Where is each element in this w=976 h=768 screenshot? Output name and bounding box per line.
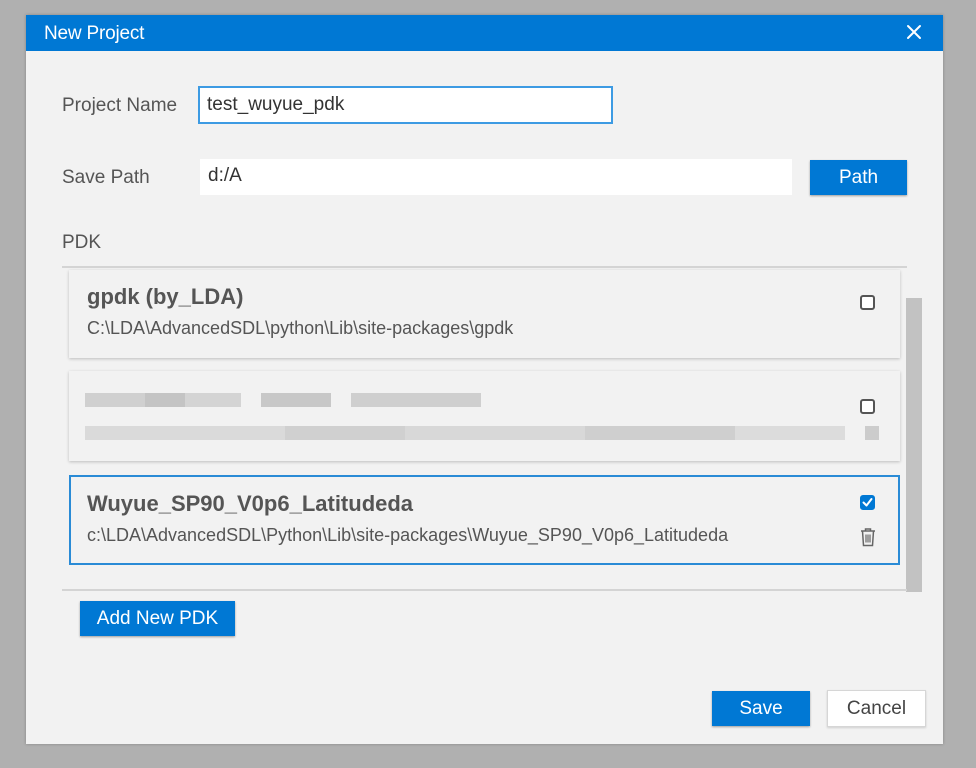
pdk-card-redacted[interactable] (69, 371, 900, 461)
pdk-path: C:\LDA\AdvancedSDL\python\Lib\site-packa… (87, 318, 514, 338)
pdk-list-scrollbar[interactable] (906, 298, 922, 592)
redacted-path (85, 426, 879, 440)
pdk-name: gpdk (by_LDA) (87, 284, 244, 309)
save-path-input[interactable]: d:/A (200, 159, 792, 195)
add-new-pdk-button[interactable]: Add New PDK (80, 601, 235, 636)
cancel-button[interactable]: Cancel (827, 690, 926, 727)
pdk-card-selected[interactable]: Wuyue_SP90_V0p6_Latitudeda c:\LDA\Advanc… (69, 475, 900, 565)
save-path-value: d:/A (208, 165, 242, 186)
save-path-label: Save Path (62, 167, 150, 188)
new-project-dialog: New Project Project Name test_wuyue_pdk … (26, 15, 943, 744)
pdk-top-divider (62, 266, 907, 268)
pdk-checkbox[interactable] (860, 295, 875, 310)
pdk-card[interactable]: gpdk (by_LDA) C:\LDA\AdvancedSDL\python\… (69, 270, 900, 358)
project-name-input[interactable]: test_wuyue_pdk (198, 86, 613, 124)
close-icon[interactable] (905, 23, 923, 41)
dialog-title: New Project (44, 23, 145, 44)
pdk-path: c:\LDA\AdvancedSDL\Python\Lib\site-packa… (87, 525, 729, 545)
project-name-value: test_wuyue_pdk (207, 94, 345, 115)
save-button[interactable]: Save (712, 691, 810, 726)
redacted-name (85, 393, 481, 407)
dialog-titlebar: New Project (26, 15, 943, 51)
pdk-name: Wuyue_SP90_V0p6_Latitudeda (87, 491, 414, 516)
pdk-label: PDK (62, 232, 102, 253)
pdk-checkbox[interactable] (860, 399, 875, 414)
path-button[interactable]: Path (810, 160, 907, 195)
trash-icon[interactable] (859, 527, 877, 547)
project-name-label: Project Name (62, 95, 178, 116)
pdk-checkbox-checked[interactable] (860, 495, 875, 510)
pdk-bottom-divider (62, 589, 907, 591)
